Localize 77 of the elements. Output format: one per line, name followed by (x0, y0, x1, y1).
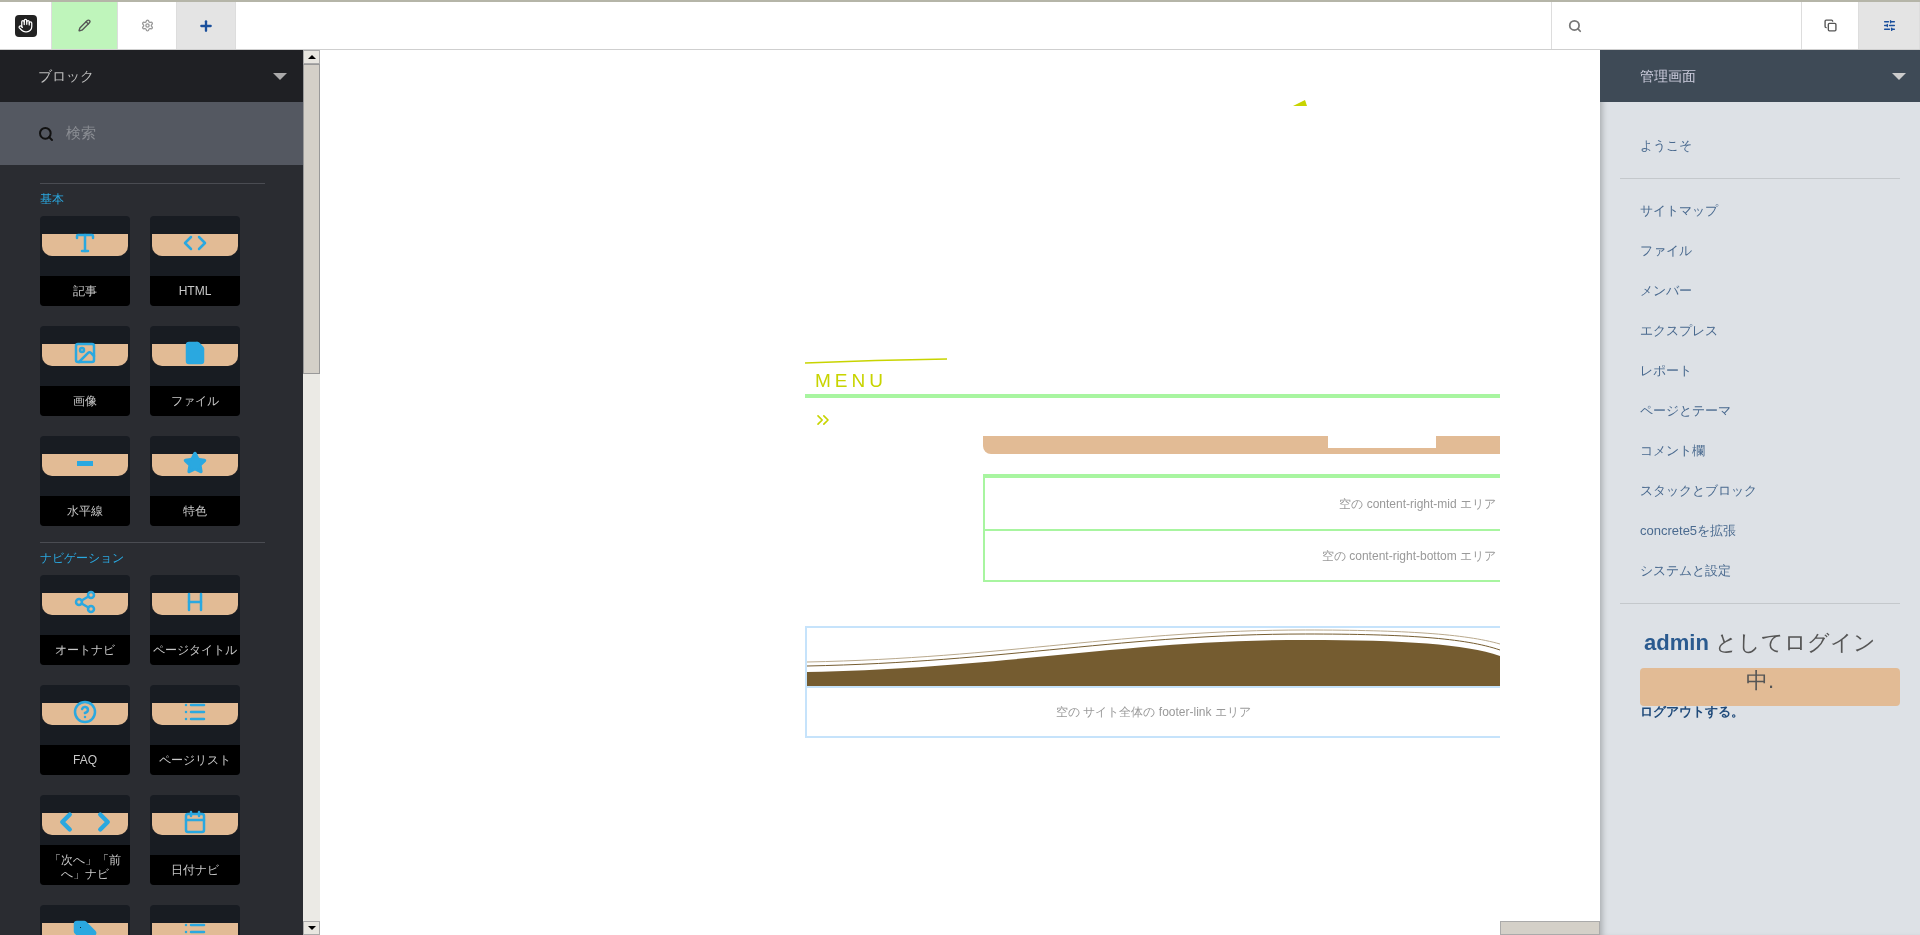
block-tile[interactable]: ファイル (150, 326, 240, 416)
menu-heading: MENU (814, 370, 888, 392)
vertical-scrollbar[interactable] (303, 50, 320, 935)
block-label: 「次へ」「前へ」ナビ (40, 845, 130, 885)
dashboard-link[interactable]: ファイル (1640, 231, 1880, 271)
block-tile[interactable]: 日付ナビ (150, 795, 240, 885)
login-message: admin としてログイン中. (1643, 629, 1877, 695)
block-tile[interactable]: FAQ (40, 685, 130, 775)
search-icon (1568, 18, 1582, 33)
dashboard-link[interactable]: ようこそ (1640, 126, 1880, 166)
logo-mark-drawing (1293, 100, 1307, 106)
block-label: FAQ (40, 745, 130, 775)
dashboard-link[interactable]: システムと設定 (1640, 551, 1880, 591)
block-tile[interactable]: HTML (150, 216, 240, 306)
add-button[interactable] (177, 2, 236, 49)
image-icon (73, 341, 97, 365)
gear-icon (140, 19, 154, 32)
pages-button[interactable] (1801, 2, 1859, 49)
empty-area[interactable]: 空の サイト全体の footer-link エリア (807, 686, 1500, 738)
block-tile[interactable]: オートナビ (40, 575, 130, 665)
star-icon (183, 451, 207, 475)
dashboard-link[interactable]: エクスプレス (1640, 311, 1880, 351)
area-label: 空の content-right-bottom エリア (1321, 547, 1496, 565)
pages-icon (1823, 19, 1837, 32)
empty-area[interactable]: 空の content-right-mid エリア (985, 478, 1500, 529)
block-tile[interactable]: 「次へ」「前へ」ナビ (40, 795, 130, 885)
dashboard-link[interactable]: コメント欄 (1640, 431, 1880, 471)
panel-header[interactable]: ブロック (0, 50, 303, 102)
logo-icon (14, 14, 37, 37)
block-label: ページリスト (150, 745, 240, 775)
plus-icon (198, 17, 214, 34)
scroll-up-button[interactable] (303, 50, 320, 64)
block-tile[interactable]: 記事 (40, 216, 130, 306)
dashboard-link[interactable]: メンバー (1640, 271, 1880, 311)
section-title: 基本 (40, 192, 64, 206)
scroll-down-button[interactable] (303, 921, 320, 935)
share-icon (73, 590, 97, 614)
panel-title: 管理画面 (1640, 66, 1696, 86)
scroll-thumb[interactable] (303, 64, 320, 374)
calendar-icon (183, 810, 207, 834)
block-label: 記事 (40, 276, 130, 306)
block-tile[interactable]: ページリスト (150, 685, 240, 775)
help-icon (73, 700, 97, 724)
block-label: 特色 (150, 496, 240, 526)
horizontal-scrollbar[interactable] (1500, 921, 1600, 935)
dashboard-link[interactable]: スタックとブロック (1640, 471, 1880, 511)
block-label: ページタイトル (150, 635, 240, 665)
pencil-icon (78, 19, 91, 32)
file-icon (183, 341, 207, 365)
minus-icon (77, 460, 93, 466)
logout-link[interactable]: ログアウトする。 (1640, 702, 1744, 722)
area-label: 空の content-right-mid エリア (1339, 495, 1496, 513)
block-tile[interactable]: 水平線 (40, 436, 130, 526)
search-icon (38, 125, 54, 142)
block-label: 日付ナビ (150, 855, 240, 885)
block-label: 水平線 (40, 496, 130, 526)
area-label: 空の サイト全体の footer-link エリア (1056, 704, 1251, 721)
dashboard-link[interactable]: レポート (1640, 351, 1880, 391)
panel-header[interactable]: 管理画面 (1600, 50, 1920, 102)
block-label: ファイル (150, 386, 240, 416)
dashboard-button[interactable] (1859, 2, 1920, 49)
panel-title: ブロック (38, 66, 94, 86)
block-label: HTML (150, 276, 240, 306)
dashboard-link[interactable]: ページとテーマ (1640, 391, 1880, 431)
block-label: オートナビ (40, 635, 130, 665)
block-label: 画像 (40, 386, 130, 416)
block-tile[interactable]: 画像 (40, 326, 130, 416)
caret-icon (273, 72, 287, 80)
dashboard-link[interactable]: サイトマップ (1640, 191, 1880, 231)
section-title: ナビゲーション (40, 551, 124, 565)
text-icon (73, 231, 97, 255)
empty-area[interactable]: 空の content-right-bottom エリア (985, 529, 1500, 580)
dashboard-link[interactable]: concrete5を拡張 (1640, 511, 1880, 551)
sliders-icon (1882, 19, 1896, 32)
block-tile[interactable]: 特色 (150, 436, 240, 526)
block-tile[interactable]: ページタイトル (150, 575, 240, 665)
caret-icon (1892, 72, 1906, 80)
